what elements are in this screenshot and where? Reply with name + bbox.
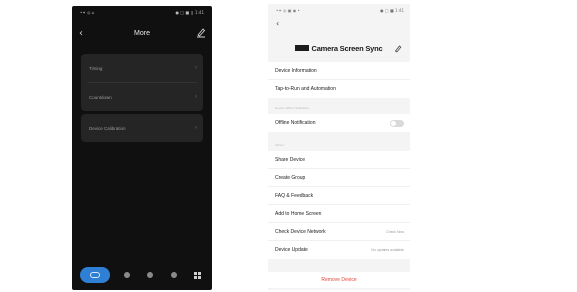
info-group: Device Information Tap-to-Run and Automa… [268, 62, 410, 98]
grid-icon[interactable] [190, 268, 204, 282]
status-right: ● □ ■ 1:41 [380, 7, 404, 13]
circle-icon[interactable] [167, 268, 181, 282]
more-screen: •✦ ◎ ⌂ ● □ ■ ❙ 1:41 ‹ More Timing › Coun… [72, 6, 212, 290]
bottom-nav [80, 266, 204, 284]
others-group: Share Device Create Group FAQ & Feedback… [268, 151, 410, 259]
list-item-label: Share Device [275, 156, 306, 163]
status-left: •✦ ◎ ⌂ [80, 9, 95, 15]
timer-card: Timing › Countdown › [81, 54, 203, 111]
list-item-label: Device Calibration [89, 125, 126, 131]
list-item-label: Check Device Network [275, 228, 326, 235]
list-item-label: Offline Notification [275, 120, 316, 126]
chevron-right-icon: › [195, 65, 197, 71]
list-item-label: Tap-to-Run and Automation [275, 86, 336, 92]
list-item-device-update[interactable]: Device Update No updates available [268, 241, 410, 259]
section-heading: Device Offline Notification [275, 106, 310, 110]
pencil-icon[interactable] [394, 44, 402, 53]
calibration-card: Device Calibration › [81, 114, 203, 142]
list-item-label: Countdown [89, 94, 112, 100]
list-item-tap-to-run[interactable]: Tap-to-Run and Automation [268, 80, 410, 98]
circle-icon[interactable] [120, 268, 134, 282]
list-item-share-device[interactable]: Share Device [268, 151, 410, 169]
list-item-offline-notification: Offline Notification [268, 114, 410, 132]
list-item-countdown[interactable]: Countdown › [81, 83, 203, 111]
list-item-label: Add to Home Screen [275, 210, 322, 217]
header: More [72, 24, 212, 42]
offline-notification-toggle[interactable] [390, 119, 404, 127]
notification-group: Offline Notification [268, 114, 410, 132]
status-bar: •✦ ◎ ▣ ◉ • ● □ ■ 1:41 [276, 6, 404, 14]
list-item-value: No updates available [371, 248, 404, 252]
circle-icon[interactable] [143, 268, 157, 282]
chevron-right-icon: › [195, 94, 197, 100]
list-item-label: Create Group [275, 174, 306, 181]
list-item-value: Check Now [386, 229, 404, 234]
page-title: Camera Screen Sync [311, 43, 383, 53]
page-title: More [134, 29, 150, 37]
list-item-device-calibration[interactable]: Device Calibration › [81, 114, 203, 142]
status-bar: •✦ ◎ ⌂ ● □ ■ ❙ 1:41 [80, 8, 204, 16]
list-item-faq-feedback[interactable]: FAQ & Feedback [268, 187, 410, 205]
remote-pill-icon[interactable] [80, 267, 110, 283]
list-item-label: Device Information [275, 67, 317, 74]
chevron-right-icon: › [195, 125, 197, 131]
device-settings-screen: •✦ ◎ ▣ ◉ • ● □ ■ 1:41 ‹ Camera Screen Sy… [268, 4, 410, 290]
list-item-check-device-network[interactable]: Check Device Network Check Now [268, 223, 410, 241]
device-title-bar: Camera Screen Sync [268, 40, 410, 56]
status-right: ● □ ■ ❙ 1:41 [175, 9, 204, 15]
list-item-create-group[interactable]: Create Group [268, 169, 410, 187]
list-item-label: FAQ & Feedback [275, 192, 314, 199]
list-item-label: Timing [89, 65, 103, 71]
status-left: •✦ ◎ ▣ ◉ • [276, 7, 300, 13]
remove-device-button[interactable]: Remove Device [268, 272, 410, 288]
back-button[interactable]: ‹ [276, 19, 279, 28]
list-item-device-information[interactable]: Device Information [268, 62, 410, 80]
list-item-timing[interactable]: Timing › [81, 54, 203, 82]
device-thumbnail-icon [295, 45, 310, 51]
section-heading: Others [275, 143, 285, 147]
list-item-add-to-home-screen[interactable]: Add to Home Screen [268, 205, 410, 223]
pencil-icon[interactable] [196, 26, 206, 38]
list-item-label: Device Update [275, 247, 308, 253]
